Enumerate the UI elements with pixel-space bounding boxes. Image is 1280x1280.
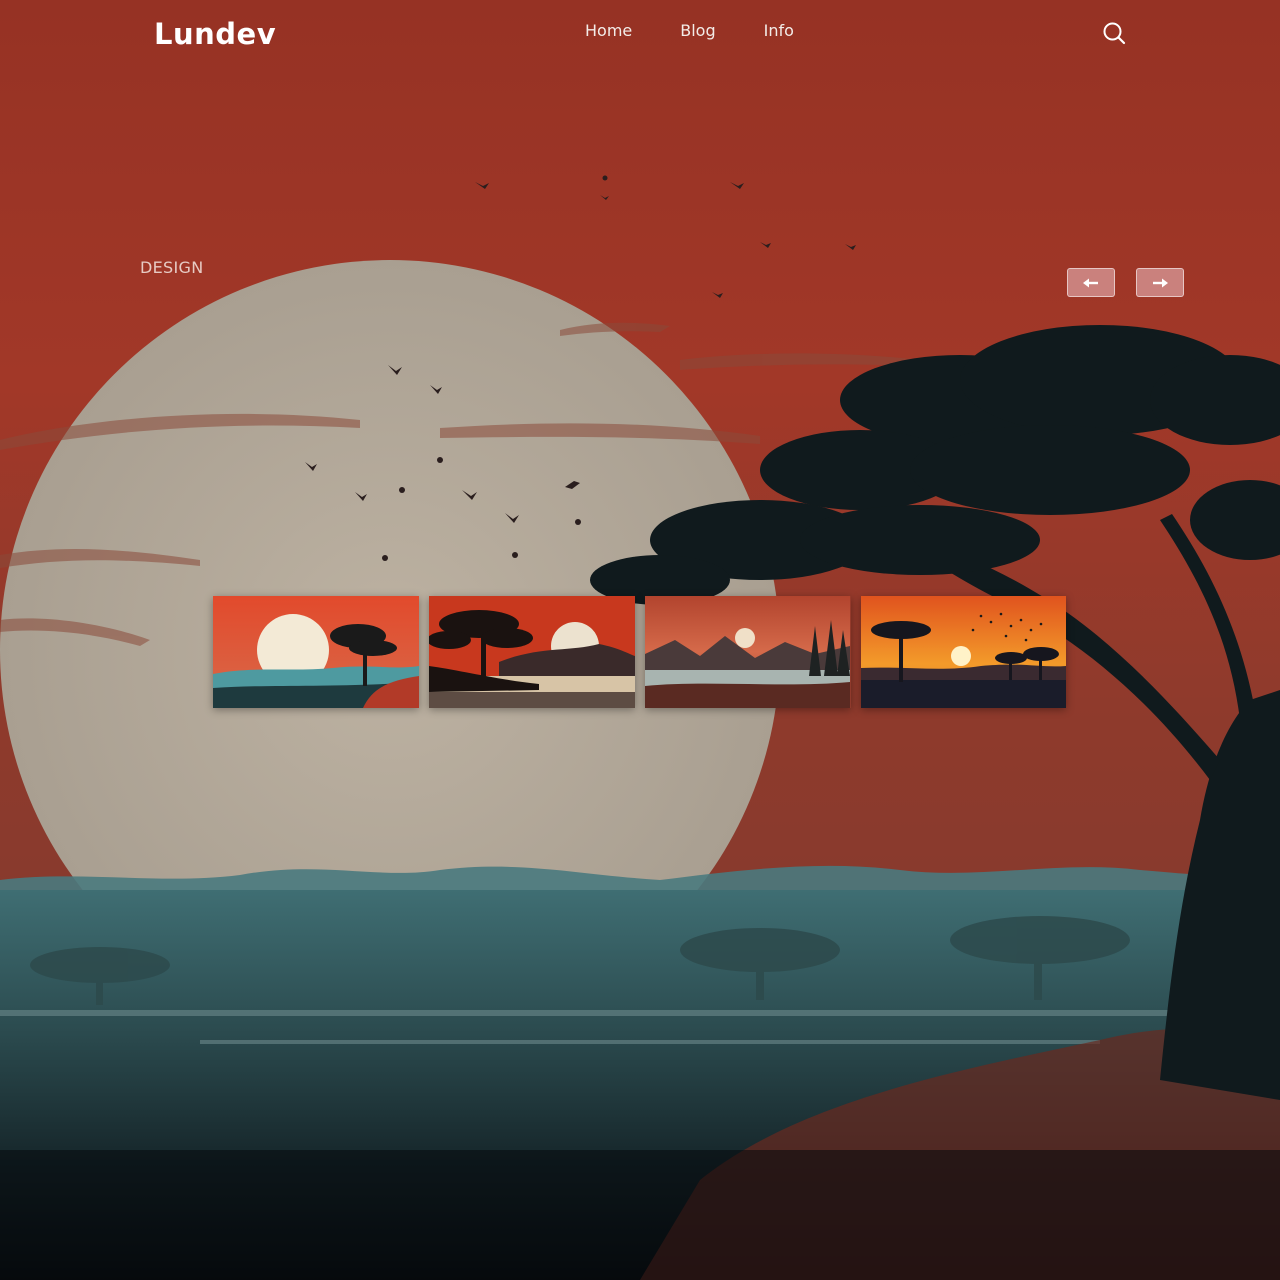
arrow-right-icon: [1153, 278, 1168, 287]
thumbnail-image: [861, 596, 1066, 708]
thumbnail-image: [213, 596, 419, 708]
search-icon: [1103, 22, 1126, 45]
slider-prev-button[interactable]: [1067, 268, 1115, 297]
slider-thumbnail[interactable]: [645, 596, 851, 708]
nav-link-home[interactable]: Home: [585, 21, 632, 41]
site-logo[interactable]: Lundev: [154, 17, 276, 51]
category-label: DESIGN: [140, 258, 204, 277]
thumbnail-image: [645, 596, 850, 708]
slider-thumbnail[interactable]: [213, 596, 419, 708]
main-nav: Home Blog Info: [585, 21, 842, 41]
thumbnail-image: [429, 596, 635, 708]
slider-next-button[interactable]: [1136, 268, 1184, 297]
arrow-left-icon: [1083, 278, 1098, 287]
search-button[interactable]: [1100, 19, 1128, 47]
nav-link-info[interactable]: Info: [764, 21, 794, 41]
nav-link-blog[interactable]: Blog: [680, 21, 715, 41]
slider-thumbnail[interactable]: [429, 596, 635, 708]
slider-thumbnail[interactable]: [861, 596, 1066, 708]
hero-page: Lundev Home Blog Info DESIGN: [0, 0, 1280, 1280]
slider-thumbnails: [213, 596, 1066, 708]
